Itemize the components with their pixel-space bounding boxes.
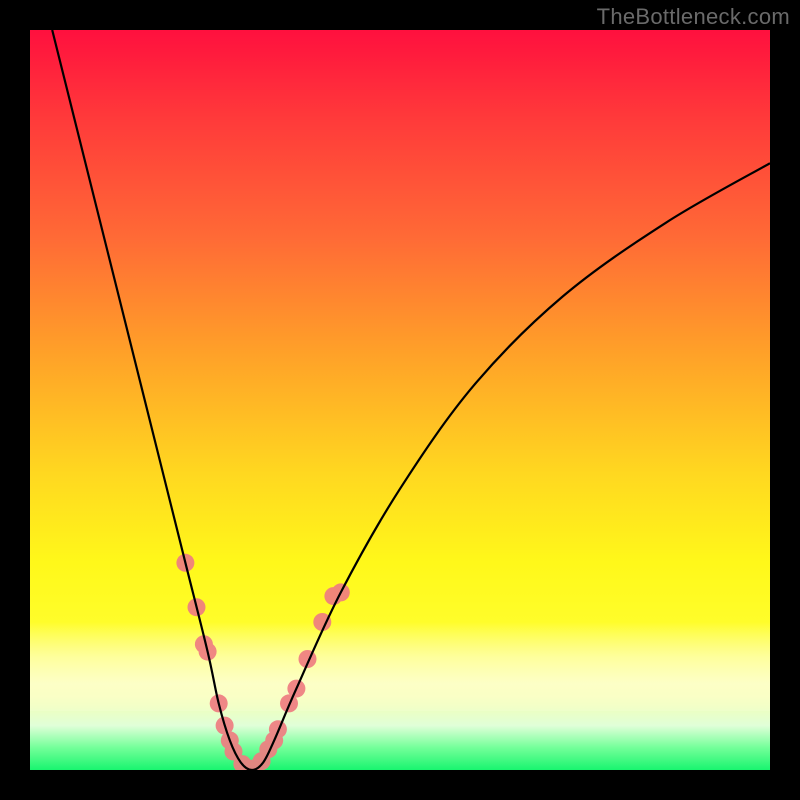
plot-area — [30, 30, 770, 770]
curve-layer — [30, 30, 770, 770]
pink-dots — [176, 554, 349, 770]
bottleneck-curve — [52, 30, 770, 770]
chart-frame: TheBottleneck.com — [0, 0, 800, 800]
watermark-text: TheBottleneck.com — [597, 4, 790, 30]
